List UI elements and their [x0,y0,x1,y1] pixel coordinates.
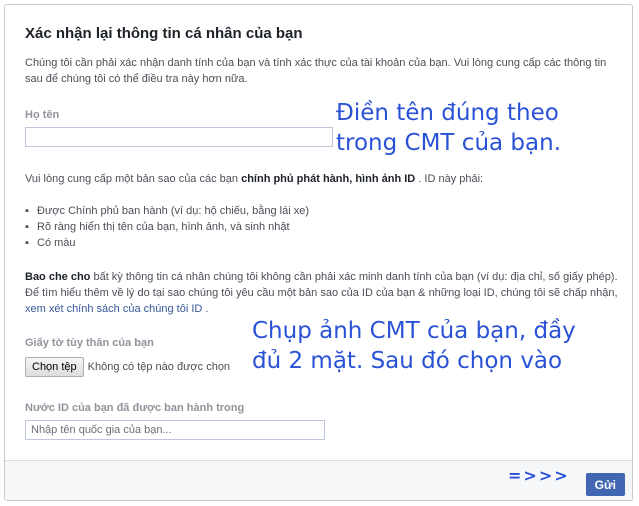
name-label: Họ tên [25,109,60,121]
policy-end: . [202,303,209,315]
id-upload-label: Giấy tờ tùy thân của bạn [25,337,154,349]
file-upload: Chọn tệp Không có tệp nào được chọn [25,357,230,377]
policy-bold: Bao che cho [25,271,91,283]
bullet-icon: ▪ [25,237,29,249]
annotation-name-hint: Điền tên đúng theo trong CMT của bạn. [336,98,561,158]
dialog-intro: Chúng tôi cần phải xác nhận danh tính củ… [25,57,607,85]
name-input[interactable] [25,127,333,147]
id-request-suffix: . ID này phải: [415,173,484,185]
annotation-line: Chụp ảnh CMT của bạn, đầy [252,318,576,344]
bullet-icon: ▪ [25,221,29,233]
annotation-line: trong CMT của bạn. [336,130,562,156]
dialog-title: Xác nhận lại thông tin cá nhân của bạn [25,25,303,42]
policy-text: Bao che cho bất kỳ thông tin cá nhân chú… [25,269,625,317]
list-item: ▪ Có màu [25,237,76,249]
annotation-arrows: =>>> [508,466,570,485]
annotation-line: Điền tên đúng theo [336,100,559,126]
list-item: ▪ Được Chính phủ ban hành (ví dụ: hộ chiế… [25,205,310,217]
submit-button[interactable]: Gửi [585,473,625,496]
annotation-upload-hint: Chụp ảnh CMT của bạn, đầy đủ 2 mặt. Sau … [252,316,576,376]
list-item: ▪ Rõ ràng hiển thị tên của bạn, hình ảnh,… [25,221,290,233]
country-label: Nước ID của bạn đã được ban hành trong [25,402,245,414]
choose-file-button[interactable]: Chọn tệp [25,357,84,377]
verification-dialog: Xác nhận lại thông tin cá nhân của bạn C… [4,4,633,501]
id-request-text: Vui lòng cung cấp một bản sao của các bạ… [25,171,483,187]
country-input[interactable] [25,420,325,440]
id-request-bold: chính phủ phát hành, hình ảnh ID [241,173,416,185]
policy-body: bất kỳ thông tin cá nhân chúng tôi không… [25,271,618,299]
id-requirements-list: ▪ Được Chính phủ ban hành (ví dụ: hộ chiế… [25,203,309,251]
file-status-text: Không có tệp nào được chọn [87,361,231,373]
annotation-line: đủ 2 mặt. Sau đó chọn vào [252,348,563,374]
id-policy-link[interactable]: xem xét chính sách của chúng tôi ID [25,303,202,315]
bullet-icon: ▪ [25,205,29,217]
id-request-prefix: Vui lòng cung cấp một bản sao của các bạ… [25,173,242,185]
